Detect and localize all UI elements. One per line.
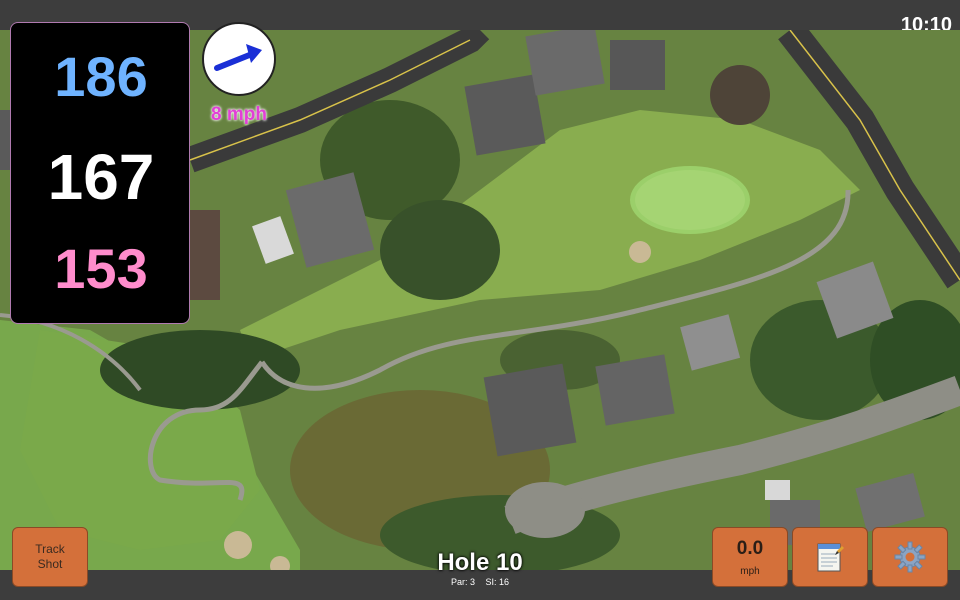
settings-button[interactable] [872, 527, 948, 587]
track-shot-button[interactable]: Track Shot [12, 527, 88, 587]
track-shot-label-line1: Track [35, 542, 65, 556]
front-yardage: 153 [54, 237, 148, 300]
wind-speed-button[interactable]: 0.0 mph [712, 527, 788, 587]
notes-button[interactable] [792, 527, 868, 587]
middle-yardage: 167 [47, 141, 155, 213]
wind-speed-label: 8 mph [211, 104, 267, 125]
hole-title: Hole 10 [437, 549, 523, 576]
par-label: Par: 3 [450, 577, 475, 587]
wind-speed-unit: mph [740, 565, 760, 577]
wind-direction-indicator[interactable] [202, 22, 276, 96]
track-shot-label-line2: Shot [37, 557, 63, 571]
hole-info: Par: 3 SI: 16 [380, 577, 580, 587]
gear-icon [894, 541, 926, 573]
notepad-icon [817, 543, 844, 572]
wind-speed-value: 0.0 [736, 537, 764, 559]
yardage-panel: 186 167 153 [10, 22, 190, 324]
back-yardage: 186 [54, 45, 148, 108]
arrow-icon [214, 44, 262, 71]
stroke-index-label: SI: 16 [485, 577, 510, 587]
